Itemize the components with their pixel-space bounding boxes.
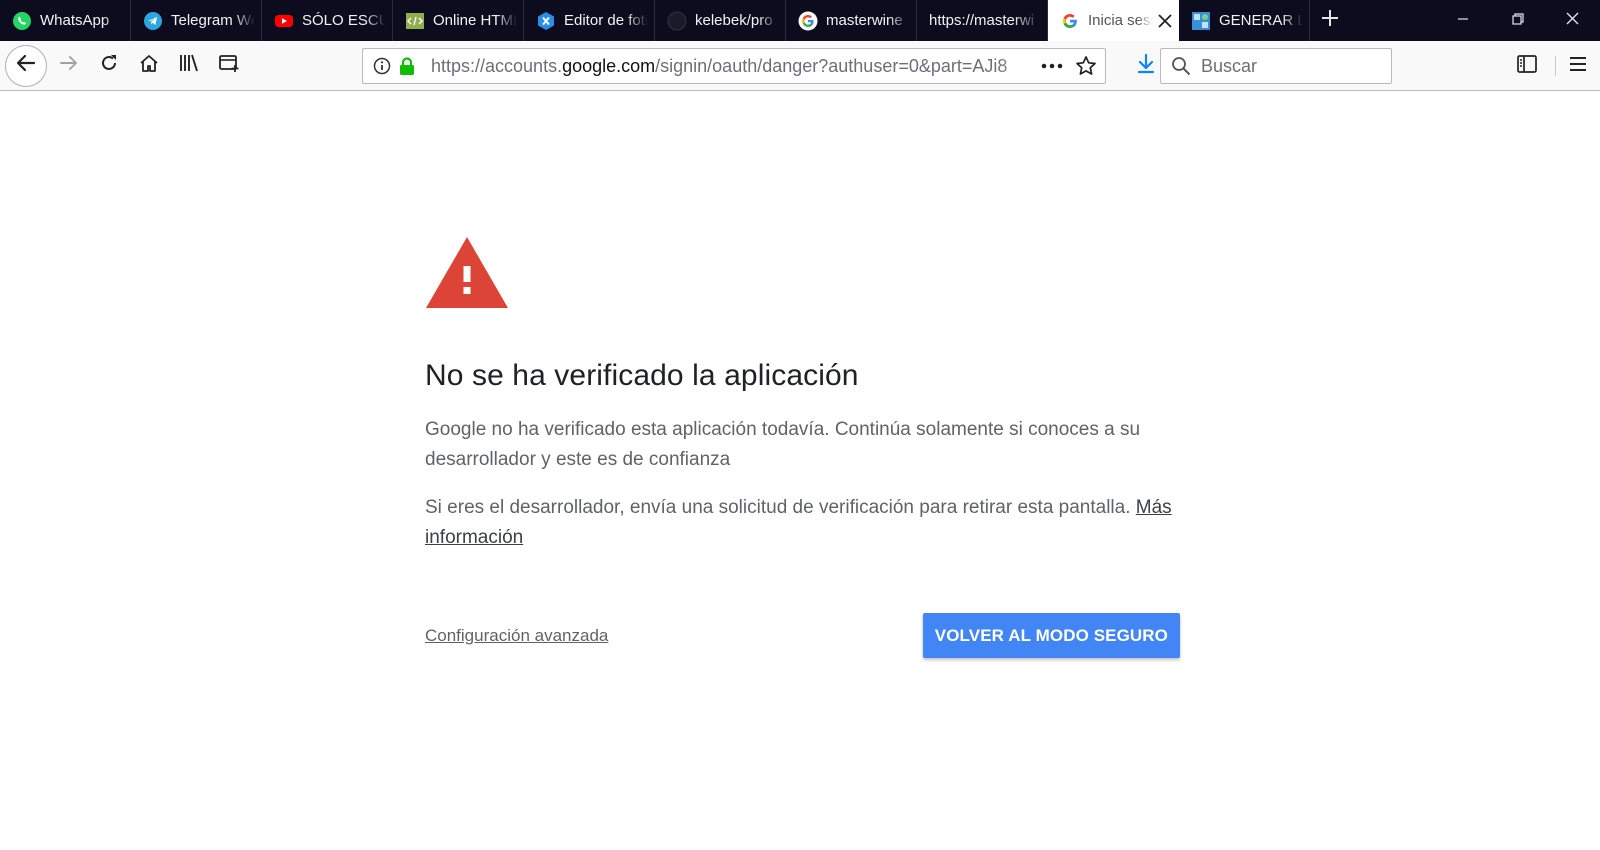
sidebar-icon <box>1517 54 1537 78</box>
tab-label: Telegram Web <box>171 12 255 29</box>
minimize-button[interactable] <box>1435 0 1490 41</box>
bookmark-star-icon[interactable] <box>1075 55 1097 77</box>
photo-editor-icon <box>536 11 556 31</box>
address-bar[interactable]: https://accounts.google.com/signin/oauth… <box>362 48 1106 84</box>
library-icon <box>178 53 200 78</box>
forward-button[interactable] <box>49 46 89 86</box>
tab-label: https://masterwi <box>929 12 1035 29</box>
tab-label: Inicia sesión <box>1088 12 1153 29</box>
developer-notice-text: Si eres el desarrollador, envía una soli… <box>425 497 1131 518</box>
sidebar-tab-icon <box>218 53 240 78</box>
tab-label: Online HTML <box>433 12 517 29</box>
google-icon <box>798 11 818 31</box>
forward-arrow-icon <box>59 53 79 78</box>
url-domain: google.com <box>562 55 656 76</box>
tab-telegram[interactable]: Telegram Web <box>131 0 262 41</box>
developer-notice: Si eres el desarrollador, envía una soli… <box>425 493 1180 553</box>
tab-whatsapp[interactable]: WhatsApp <box>0 0 131 41</box>
tab-masterwi-url[interactable]: https://masterwi <box>917 0 1048 41</box>
tab-online-html[interactable]: Online HTML <box>393 0 524 41</box>
tab-label: WhatsApp <box>40 12 110 29</box>
page-title: No se ha verificado la aplicación <box>425 359 859 392</box>
search-bar[interactable]: Buscar <box>1160 48 1392 84</box>
tab-label: SÓLO ESCUCHA <box>302 12 386 29</box>
synced-tabs-button[interactable] <box>209 46 249 86</box>
tab-inicia-sesion[interactable]: Inicia sesión <box>1048 0 1179 41</box>
search-input[interactable]: Buscar <box>1201 56 1257 77</box>
tab-label: GENERAR LA <box>1219 12 1303 29</box>
toolbar-divider <box>1555 56 1556 76</box>
tab-youtube[interactable]: SÓLO ESCUCHA <box>262 0 393 41</box>
advanced-settings-link[interactable]: Configuración avanzada <box>425 626 608 646</box>
close-tab-icon[interactable] <box>1157 13 1173 29</box>
back-to-safety-button[interactable]: VOLVER AL MODO SEGURO <box>922 613 1180 658</box>
close-window-button[interactable] <box>1545 0 1600 41</box>
restore-button[interactable] <box>1490 0 1545 41</box>
download-icon <box>1136 53 1156 80</box>
window-controls <box>1435 0 1600 41</box>
tab-github[interactable]: kelebek/pro <box>655 0 786 41</box>
minimize-icon <box>1457 12 1469 30</box>
url-prefix: https://accounts. <box>431 55 563 76</box>
warning-description: Google no ha verificado esta aplicación … <box>425 419 1141 470</box>
navigation-toolbar: https://accounts.google.com/signin/oauth… <box>0 41 1600 91</box>
tab-label: Editor de fotos <box>564 12 648 29</box>
reload-button[interactable] <box>89 46 129 86</box>
hamburger-menu-icon <box>1569 56 1587 77</box>
html-editor-icon <box>405 11 425 31</box>
tab-photo-editor[interactable]: Editor de fotos <box>524 0 655 41</box>
tab-strip: WhatsApp Telegram Web SÓLO ESCUCHA Onlin… <box>0 0 1600 41</box>
actions-row: Configuración avanzada VOLVER AL MODO SE… <box>425 613 1180 658</box>
close-icon <box>1566 12 1579 30</box>
youtube-icon <box>274 11 294 31</box>
lock-icon <box>399 56 419 76</box>
restore-icon <box>1511 12 1524 30</box>
library-button[interactable] <box>169 46 209 86</box>
whatsapp-icon <box>12 11 32 31</box>
home-button[interactable] <box>129 46 169 86</box>
telegram-icon <box>143 11 163 31</box>
page-actions-icon[interactable] <box>1041 63 1063 69</box>
tab-masterwine[interactable]: masterwine <box>786 0 917 41</box>
tab-label: kelebek/pro <box>695 12 773 29</box>
tab-generar[interactable]: GENERAR LA <box>1179 0 1310 41</box>
sidebar-button[interactable] <box>1507 46 1547 86</box>
oauth-warning-panel: No se ha verificado la aplicación Google… <box>425 236 1180 658</box>
generator-icon <box>1191 11 1211 31</box>
warning-triangle-icon <box>425 236 1180 309</box>
url-path: /signin/oauth/danger?authuser=0&part=AJi… <box>655 55 1008 76</box>
back-button[interactable] <box>5 44 47 87</box>
github-icon <box>667 11 687 31</box>
reload-icon <box>99 53 119 78</box>
url-text[interactable]: https://accounts.google.com/signin/oauth… <box>431 56 1041 77</box>
home-icon <box>139 53 159 78</box>
tab-label: masterwine <box>826 12 903 29</box>
google-icon <box>1060 11 1080 31</box>
plus-icon <box>1321 9 1339 32</box>
back-arrow-icon <box>15 52 37 79</box>
search-icon <box>1171 56 1191 76</box>
site-info-icon[interactable] <box>373 57 393 75</box>
new-tab-button[interactable] <box>1310 0 1350 41</box>
menu-button[interactable] <box>1558 46 1598 86</box>
